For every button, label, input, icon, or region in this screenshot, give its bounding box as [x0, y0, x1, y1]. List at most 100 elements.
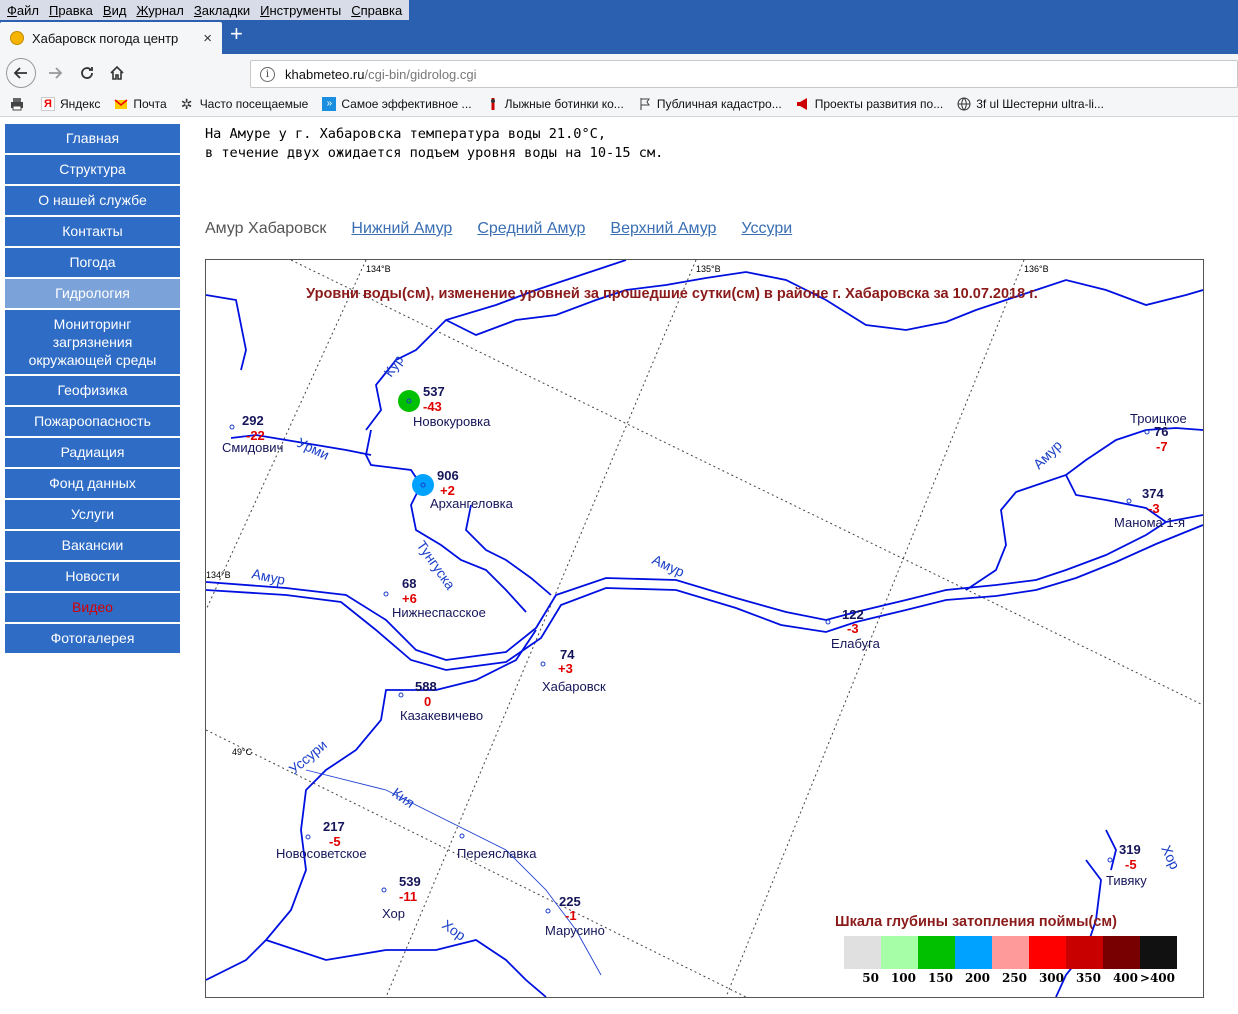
nav-radiation[interactable]: Радиация: [5, 438, 180, 467]
menu-history[interactable]: Журнал: [136, 3, 183, 18]
back-button[interactable]: [6, 58, 36, 88]
legend-label: 400: [1113, 971, 1138, 985]
bookmark-effective[interactable]: » Самое эффективное ...: [322, 97, 472, 111]
legend-swatch: [1066, 936, 1103, 969]
region-tab-upper-amur[interactable]: Верхний Амур: [610, 220, 716, 238]
station-point: [540, 661, 546, 667]
nav-monitoring[interactable]: Мониторинг загрязнения окружающей среды: [5, 310, 180, 374]
nav-hydrology[interactable]: Гидрология: [5, 279, 180, 308]
nav-contacts[interactable]: Контакты: [5, 217, 180, 246]
river-label-tunguska: Тунгуска: [414, 538, 459, 593]
menu-bookmarks[interactable]: Закладки: [194, 3, 250, 18]
nav-fire-danger[interactable]: Пожароопасность: [5, 407, 180, 436]
tab-title: Хабаровск погода центр: [32, 30, 179, 46]
flood-depth-legend: Шкала глубины затопления поймы(см) 50 100…: [835, 914, 1177, 985]
legend-label: 200: [965, 971, 990, 985]
site-info-icon[interactable]: i: [260, 66, 275, 82]
station-name: Хабаровск: [542, 679, 606, 694]
station-level: 225: [559, 894, 581, 909]
legend-label: 300: [1039, 971, 1064, 985]
region-tab-ussuri[interactable]: Уссури: [741, 220, 792, 238]
bookmark-label: 3f ul Шестерни ultra-li...: [976, 97, 1104, 111]
station-point: [459, 833, 465, 839]
forward-button[interactable]: [42, 60, 68, 86]
nav-video[interactable]: Видео: [5, 593, 180, 622]
address-bar[interactable]: i khabmeteo.ru /cgi-bin/gidrolog.cgi: [250, 60, 1238, 88]
bookmark-label: Яндекс: [60, 97, 101, 111]
close-tab-icon[interactable]: ×: [203, 30, 212, 47]
nav-services[interactable]: Услуги: [5, 500, 180, 529]
nav-news[interactable]: Новости: [5, 562, 180, 591]
region-tab-lower-amur[interactable]: Нижний Амур: [351, 220, 452, 238]
menu-bar: Файл Правка Вид Журнал Закладки Инструме…: [0, 0, 1238, 20]
yandex-icon: Я: [41, 97, 55, 111]
nav-structure[interactable]: Структура: [5, 155, 180, 184]
station-name: Хор: [382, 906, 405, 921]
station-level: 319: [1119, 842, 1141, 857]
menu-tools[interactable]: Инструменты: [260, 3, 341, 18]
legend-label: 100: [891, 971, 916, 985]
navigation-bar: i khabmeteo.ru /cgi-bin/gidrolog.cgi: [0, 54, 1238, 92]
station-change: -5: [1125, 857, 1137, 872]
url-path: /cgi-bin/gidrolog.cgi: [364, 66, 477, 82]
summary-line-2: в течение двух ожидается подъем уровня в…: [205, 145, 664, 161]
bookmark-most-visited[interactable]: ✲ Часто посещаемые: [181, 97, 309, 111]
station-change: -3: [1148, 501, 1160, 516]
grid-label-lon-side: 134°В: [206, 570, 231, 580]
menu-help[interactable]: Справка: [351, 3, 402, 18]
menu-file[interactable]: Файл: [7, 3, 39, 18]
nav-data-fund[interactable]: Фонд данных: [5, 469, 180, 498]
nav-vacancies[interactable]: Вакансии: [5, 531, 180, 560]
station-change: +6: [402, 591, 417, 606]
station-change: -1: [565, 908, 577, 923]
station-name: Тивяку: [1106, 873, 1147, 888]
print-button[interactable]: [10, 97, 29, 111]
summary-line-1: На Амуре у г. Хабаровска температура вод…: [205, 126, 607, 142]
river-label-amur-east: Амур: [1030, 437, 1065, 472]
nav-about[interactable]: О нашей службе: [5, 186, 180, 215]
legend-swatch: [992, 936, 1029, 969]
river-label-ussuri: Уссури: [286, 736, 330, 777]
station-name: Казакевичево: [400, 708, 483, 723]
bookmark-yandex[interactable]: Я Яндекс: [41, 97, 100, 111]
reload-button[interactable]: [74, 60, 100, 86]
ski-icon: [490, 98, 495, 110]
station-change: -3: [847, 621, 859, 636]
tab-strip: Хабаровск погода центр × +: [0, 20, 1238, 54]
menu-edit[interactable]: Правка: [49, 3, 93, 18]
bookmark-gears[interactable]: 3f ul Шестерни ultra-li...: [957, 97, 1104, 111]
map-canvas: 134°В 135°В 136°В 134°В 49°С Кур Урми Ту…: [206, 260, 1203, 997]
nav-home[interactable]: Главная: [5, 124, 180, 153]
printer-icon: [11, 98, 23, 111]
new-tab-button[interactable]: +: [230, 20, 243, 48]
bookmark-cadastre[interactable]: Публичная кадастро...: [638, 97, 782, 111]
reload-icon: [81, 67, 93, 79]
menu-view[interactable]: Вид: [103, 3, 127, 18]
bookmark-label: Часто посещаемые: [199, 97, 309, 111]
gear-icon: ✲: [180, 96, 193, 112]
url-host: khabmeteo.ru: [285, 66, 365, 82]
bookmark-mail[interactable]: Почта: [114, 97, 167, 111]
station-change: -11: [399, 889, 417, 904]
station-name: Смидович: [222, 440, 283, 455]
grid-label-lon-134: 134°В: [366, 264, 391, 274]
bookmark-label: Почта: [133, 97, 167, 111]
map-title: Уровни воды(см), изменение уровней за пр…: [306, 286, 1038, 302]
nav-photogallery[interactable]: Фотогалерея: [5, 624, 180, 653]
station-point: [398, 692, 404, 698]
region-tab-middle-amur[interactable]: Средний Амур: [477, 220, 585, 238]
water-level-map: 134°В 135°В 136°В 134°В 49°С Кур Урми Ту…: [205, 259, 1204, 998]
hydrology-summary: На Амуре у г. Хабаровска температура вод…: [205, 125, 663, 163]
station-level: 539: [399, 874, 421, 889]
bookmark-label: Проекты развития по...: [814, 97, 944, 111]
nav-weather[interactable]: Погода: [5, 248, 180, 277]
station-point: [825, 619, 831, 625]
home-button[interactable]: [104, 60, 130, 86]
station-level: 74: [560, 647, 575, 662]
bookmark-ski[interactable]: Лыжные ботинки ко...: [486, 97, 624, 111]
bookmark-projects[interactable]: Проекты развития по...: [796, 97, 943, 111]
station-level: 588: [415, 679, 437, 694]
station-name: Переяславка: [457, 846, 537, 861]
browser-tab[interactable]: Хабаровск погода центр ×: [0, 22, 222, 54]
nav-geophysics[interactable]: Геофизика: [5, 376, 180, 405]
